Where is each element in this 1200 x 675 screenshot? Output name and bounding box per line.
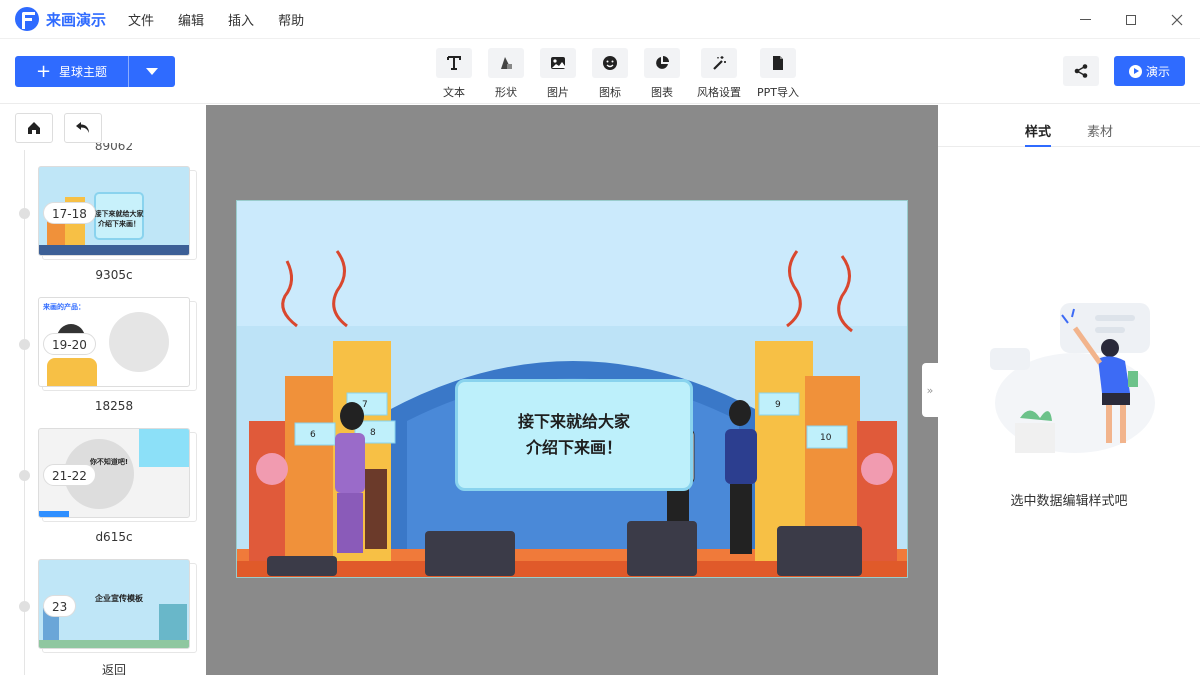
- tool-style-label: 风格设置: [697, 86, 741, 99]
- slide-range-badge: 19-20: [43, 333, 96, 355]
- slide-sign-number: 8: [370, 428, 376, 438]
- tab-style[interactable]: 样式: [1024, 105, 1051, 147]
- slide-name: 9305c: [95, 268, 133, 282]
- thumb-text: 来画的产品：: [43, 303, 85, 311]
- timeline-dot: [19, 208, 30, 219]
- slide-item[interactable]: 你不知道吧! 21-22 d615c: [0, 428, 206, 559]
- menu-help[interactable]: 帮助: [278, 10, 304, 29]
- thumb-decor: [139, 429, 189, 467]
- theme-button-label: 星球主题: [59, 65, 108, 79]
- empty-state-illustration: [990, 303, 1155, 453]
- tool-icon[interactable]: 图标: [584, 48, 636, 100]
- slide-name: d615c: [95, 530, 133, 544]
- panel-tabs: 样式 素材: [938, 105, 1200, 147]
- title-bar: 来画演示 文件 编辑 插入 帮助: [0, 0, 1200, 39]
- slide-range-badge: 17-18: [43, 202, 96, 224]
- tool-text[interactable]: 文本: [428, 48, 480, 100]
- slide-range-badge: 23: [43, 595, 77, 617]
- slide-title-box[interactable]: 接下来就给大家 介绍下来画！: [455, 379, 693, 491]
- tool-style[interactable]: 风格设置: [688, 48, 750, 100]
- close-icon: [1171, 14, 1183, 25]
- slide-canvas[interactable]: 6 7 8 9 10 接下来就给大家 介绍下来画！: [236, 200, 908, 578]
- slide-name-partial: 89062: [94, 143, 134, 153]
- menu-insert[interactable]: 插入: [228, 10, 254, 29]
- slide-list-panel[interactable]: 89062 接下来就给大家 介绍下来画！ 17-18 9305c 来画的产品： 1…: [0, 105, 206, 675]
- thumb-decor: [47, 358, 97, 386]
- app-logo-icon: [15, 7, 39, 31]
- share-icon: [1074, 64, 1088, 78]
- tool-chart-label: 图表: [651, 86, 673, 99]
- thumb-text: 接下来就给大家 介绍下来画！: [94, 210, 144, 228]
- maximize-icon: [1126, 14, 1136, 25]
- emoji-icon: [592, 48, 628, 78]
- play-icon: [1128, 64, 1142, 78]
- canvas-area[interactable]: 6 7 8 9 10 接下来就给大家 介绍下来画！ »: [206, 105, 938, 675]
- tool-text-label: 文本: [443, 86, 465, 99]
- slide-sign-number: 9: [775, 400, 781, 410]
- close-button[interactable]: [1154, 0, 1200, 39]
- minimize-button[interactable]: [1062, 0, 1108, 39]
- window-controls: [1062, 0, 1200, 39]
- thumb-floor: [39, 245, 189, 255]
- insert-tools: 文本 形状 图片 图标 图表 风格设置 PPT导入: [428, 48, 806, 100]
- slide-item[interactable]: 企业宣传模板 23 返回: [0, 559, 206, 675]
- toolbar: + 星球主题 文本 形状 图片 图标 图表 风格设置 PPT导入 演示: [0, 39, 1200, 104]
- timeline-dot: [19, 470, 30, 481]
- text-icon: [436, 48, 472, 78]
- tool-icon-label: 图标: [599, 86, 621, 99]
- file-icon: [760, 48, 796, 78]
- image-icon: [540, 48, 576, 78]
- properties-panel: 样式 素材 选中数据编辑样式吧: [938, 105, 1200, 675]
- slide-title-line2[interactable]: 介绍下来画！: [526, 435, 622, 461]
- present-button-label: 演示: [1145, 64, 1170, 79]
- thumb-decor: [109, 312, 169, 372]
- home-button[interactable]: [15, 113, 53, 143]
- plus-icon: +: [35, 60, 52, 82]
- tool-image-label: 图片: [547, 86, 569, 99]
- slide-range-badge: 21-22: [43, 464, 96, 486]
- menu-edit[interactable]: 编辑: [178, 10, 204, 29]
- magic-wand-icon: [701, 48, 737, 78]
- theme-dropdown-button[interactable]: [129, 56, 175, 87]
- pie-chart-icon: [644, 48, 680, 78]
- slide-title-line1[interactable]: 接下来就给大家: [518, 409, 630, 435]
- menu-file[interactable]: 文件: [128, 10, 154, 29]
- thumb-text: 企业宣传模板: [95, 594, 143, 603]
- slide-sign-number: 10: [820, 433, 832, 443]
- thumb-decor: [39, 511, 69, 517]
- shape-icon: [488, 48, 524, 78]
- tool-chart[interactable]: 图表: [636, 48, 688, 100]
- double-chevron-right-icon: »: [926, 383, 934, 397]
- tool-shape[interactable]: 形状: [480, 48, 532, 100]
- empty-state-hint: 选中数据编辑样式吧: [1010, 494, 1128, 509]
- minimize-icon: [1079, 19, 1091, 20]
- slide-item[interactable]: 接下来就给大家 介绍下来画！ 17-18 9305c: [0, 166, 206, 297]
- tool-ppt-import[interactable]: PPT导入: [750, 48, 806, 100]
- caret-down-icon: [146, 68, 158, 75]
- thumb-decor: [39, 640, 189, 648]
- collapse-panel-handle[interactable]: »: [922, 363, 938, 417]
- slide-sign-number: 7: [362, 400, 368, 410]
- present-button[interactable]: 演示: [1114, 56, 1185, 86]
- tool-shape-label: 形状: [495, 86, 517, 99]
- share-button[interactable]: [1063, 56, 1099, 86]
- home-icon: [28, 122, 40, 134]
- theme-button-group: + 星球主题: [15, 56, 175, 87]
- maximize-button[interactable]: [1108, 0, 1154, 39]
- slide-sign-number: 6: [310, 430, 316, 440]
- app-name: 来画演示: [46, 10, 107, 29]
- slide-name: 18258: [94, 399, 134, 413]
- timeline-dot: [19, 339, 30, 350]
- tool-image[interactable]: 图片: [532, 48, 584, 100]
- slide-item[interactable]: 来画的产品： 19-20 18258: [0, 297, 206, 428]
- back-button[interactable]: [64, 113, 102, 143]
- timeline-dot: [19, 601, 30, 612]
- slide-name: 返回: [101, 663, 126, 675]
- undo-arrow-icon: [76, 122, 89, 133]
- theme-button[interactable]: + 星球主题: [15, 56, 129, 87]
- tab-assets[interactable]: 素材: [1087, 105, 1113, 147]
- tool-ppt-import-label: PPT导入: [757, 86, 799, 99]
